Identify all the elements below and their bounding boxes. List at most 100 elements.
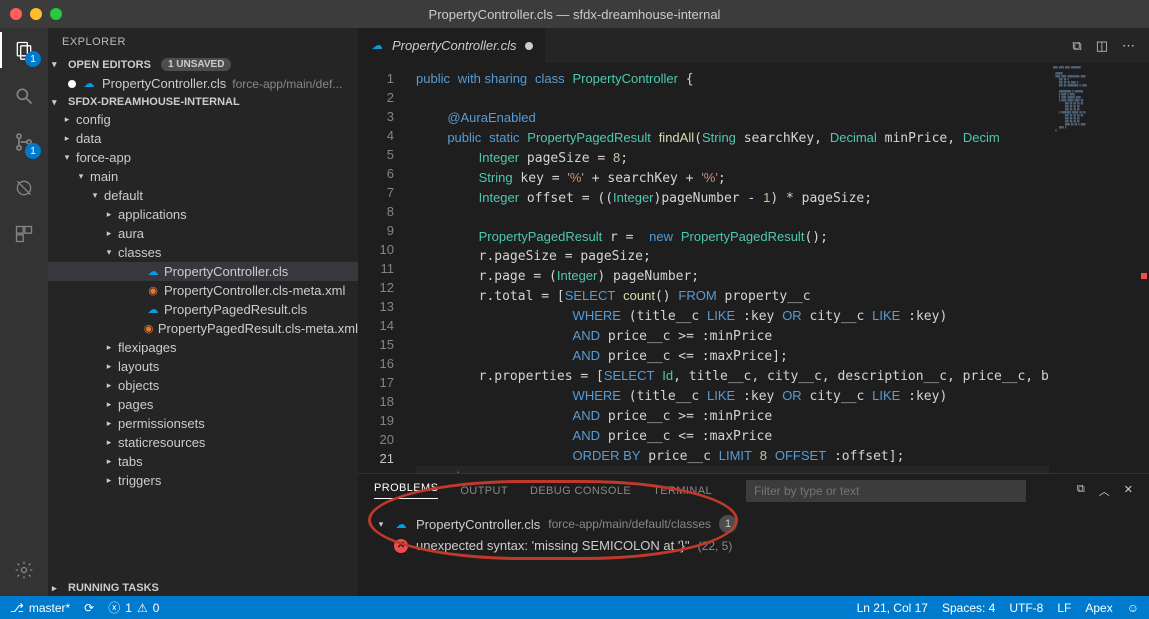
apex-file-icon: ☁ — [370, 39, 384, 53]
chevron-icon: ▸ — [104, 475, 114, 486]
open-editor-path: force-app/main/def... — [232, 77, 342, 91]
feedback-smile-icon[interactable]: ☺ — [1127, 601, 1139, 615]
chevron-icon: ▸ — [104, 437, 114, 448]
chevron-down-icon: ▾ — [52, 59, 64, 70]
modified-dot-icon — [525, 42, 533, 50]
tree-item[interactable]: ▸applications — [48, 205, 358, 224]
tree-item[interactable]: ▸ flexipages — [48, 338, 358, 357]
tree-item[interactable]: ▾main — [48, 167, 358, 186]
tree-item-label: PropertyController.cls — [164, 264, 288, 279]
editor-body[interactable]: 1234567891011121314151617181920212223 pu… — [358, 63, 1149, 473]
editor-tab-actions: ⧉ ◫ ⋯ — [1072, 28, 1149, 63]
tree-item-label: PropertyPagedResult.cls — [164, 302, 307, 317]
chevron-icon: ▾ — [90, 190, 100, 201]
chevron-up-icon[interactable]: ︿ — [1099, 483, 1110, 499]
status-encoding[interactable]: UTF-8 — [1009, 601, 1043, 615]
compare-icon[interactable]: ⧉ — [1072, 38, 1081, 54]
minimize-window-button[interactable] — [30, 8, 42, 20]
tab-problems[interactable]: PROBLEMS — [374, 482, 438, 499]
tree-item-label: flexipages — [118, 340, 177, 355]
tree-item[interactable]: ▸aura — [48, 224, 358, 243]
more-actions-icon[interactable]: ⋯ — [1122, 38, 1135, 54]
tree-item[interactable]: ▸tabs — [48, 452, 358, 471]
running-tasks-section[interactable]: ▸ RUNNING TASKS — [48, 580, 358, 596]
error-marker[interactable] — [1141, 273, 1147, 279]
problem-count-badge: 1 — [719, 515, 737, 533]
minimap[interactable]: ████ ████ ████ ████████ ██████ ████ ████… — [1049, 63, 1149, 473]
explorer-sidebar: EXPLORER ▾ OPEN EDITORS 1 UNSAVED ☁ Prop… — [48, 28, 358, 596]
chevron-icon: ▸ — [104, 399, 114, 410]
tree-item[interactable]: ▸ pages — [48, 395, 358, 414]
editor-tabs: ☁ PropertyController.cls ⧉ ◫ ⋯ — [358, 28, 1149, 63]
running-tasks-label: RUNNING TASKS — [68, 582, 159, 594]
apex-file-icon: ☁ — [82, 77, 96, 91]
open-editors-section[interactable]: ▾ OPEN EDITORS 1 UNSAVED — [48, 56, 358, 73]
window-title: PropertyController.cls — sfdx-dreamhouse… — [429, 7, 721, 22]
tab-debug-console[interactable]: DEBUG CONSOLE — [530, 485, 631, 497]
tree-item[interactable]: ▸objects — [48, 376, 358, 395]
chevron-down-icon: ▾ — [376, 519, 386, 530]
tab-terminal[interactable]: TERMINAL — [653, 485, 712, 497]
tree-item-label: permissionsets — [118, 416, 205, 431]
tree-item[interactable]: ▾force-app — [48, 148, 358, 167]
tree-item[interactable]: ◉PropertyController.cls-meta.xml — [48, 281, 358, 300]
error-icon: ✕ — [394, 539, 408, 553]
chevron-icon: ▾ — [76, 171, 86, 182]
tree-item[interactable]: ▸config — [48, 110, 358, 129]
bottom-panel: PROBLEMS OUTPUT DEBUG CONSOLE TERMINAL ⧉… — [358, 473, 1149, 596]
chevron-icon: ▸ — [104, 228, 114, 239]
tree-item[interactable]: ▸triggers — [48, 471, 358, 490]
split-editor-icon[interactable]: ◫ — [1096, 38, 1108, 54]
status-problems[interactable]: ⓧ1 ⚠0 — [108, 599, 159, 616]
problem-item[interactable]: ✕ unexpected syntax: 'missing SEMICOLON … — [376, 535, 1131, 553]
tree-item-label: classes — [118, 245, 161, 260]
open-editor-item[interactable]: ☁ PropertyController.cls force-app/main/… — [48, 73, 358, 94]
explorer-title: EXPLORER — [48, 28, 358, 56]
maximize-window-button[interactable] — [50, 8, 62, 20]
search-icon[interactable] — [10, 82, 38, 110]
tab-output[interactable]: OUTPUT — [460, 485, 508, 497]
panel-tabs: PROBLEMS OUTPUT DEBUG CONSOLE TERMINAL ⧉… — [358, 474, 1149, 507]
problem-filepath: force-app/main/default/classes — [548, 517, 711, 531]
status-eol[interactable]: LF — [1057, 601, 1071, 615]
tree-item[interactable]: ◉PropertyPagedResult.cls-meta.xml — [48, 319, 358, 338]
debug-icon[interactable] — [10, 174, 38, 202]
problem-filename: PropertyController.cls — [416, 517, 540, 532]
problem-file-row[interactable]: ▾ ☁ PropertyController.cls force-app/mai… — [376, 513, 1131, 535]
close-window-button[interactable] — [10, 8, 22, 20]
tree-item-label: tabs — [118, 454, 143, 469]
tree-item[interactable]: ▸layouts — [48, 357, 358, 376]
panel-filter-input[interactable] — [746, 480, 1026, 502]
modified-dot-icon — [68, 80, 76, 88]
chevron-down-icon: ▾ — [52, 97, 64, 108]
extensions-icon[interactable] — [10, 220, 38, 248]
apex-file-icon: ☁ — [146, 265, 160, 279]
tree-item[interactable]: ▸data — [48, 129, 358, 148]
status-lncol[interactable]: Ln 21, Col 17 — [857, 601, 928, 615]
activity-bar: 1 1 — [0, 28, 48, 596]
workspace-section[interactable]: ▾ SFDX-DREAMHOUSE-INTERNAL — [48, 94, 358, 110]
status-language[interactable]: Apex — [1085, 601, 1112, 615]
tree-item[interactable]: ▸permissionsets — [48, 414, 358, 433]
tree-item-label: PropertyController.cls-meta.xml — [164, 283, 345, 298]
chevron-icon: ▸ — [104, 342, 114, 353]
tree-item[interactable]: ☁PropertyPagedResult.cls — [48, 300, 358, 319]
explorer-badge: 1 — [25, 51, 41, 67]
file-tree: ▸config▸data▾force-app▾main▾default▸appl… — [48, 110, 358, 580]
tree-item[interactable]: ▸staticresources — [48, 433, 358, 452]
close-panel-icon[interactable]: ✕ — [1124, 483, 1133, 499]
chevron-icon: ▾ — [104, 247, 114, 258]
tree-item[interactable]: ▾ classes — [48, 243, 358, 262]
explorer-icon[interactable]: 1 — [10, 36, 38, 64]
copy-icon[interactable]: ⧉ — [1077, 483, 1085, 499]
source-control-icon[interactable]: 1 — [10, 128, 38, 156]
tree-item[interactable]: ▾default — [48, 186, 358, 205]
status-branch[interactable]: ⎇master* — [10, 601, 70, 615]
tree-item-label: pages — [118, 397, 153, 412]
settings-gear-icon[interactable] — [10, 556, 38, 584]
tree-item[interactable]: ☁ PropertyController.cls — [48, 262, 358, 281]
editor-tab[interactable]: ☁ PropertyController.cls — [358, 28, 545, 63]
status-sync[interactable]: ⟳ — [84, 601, 94, 615]
code-content[interactable]: public with sharing class PropertyContro… — [408, 63, 1049, 473]
status-spaces[interactable]: Spaces: 4 — [942, 601, 995, 615]
